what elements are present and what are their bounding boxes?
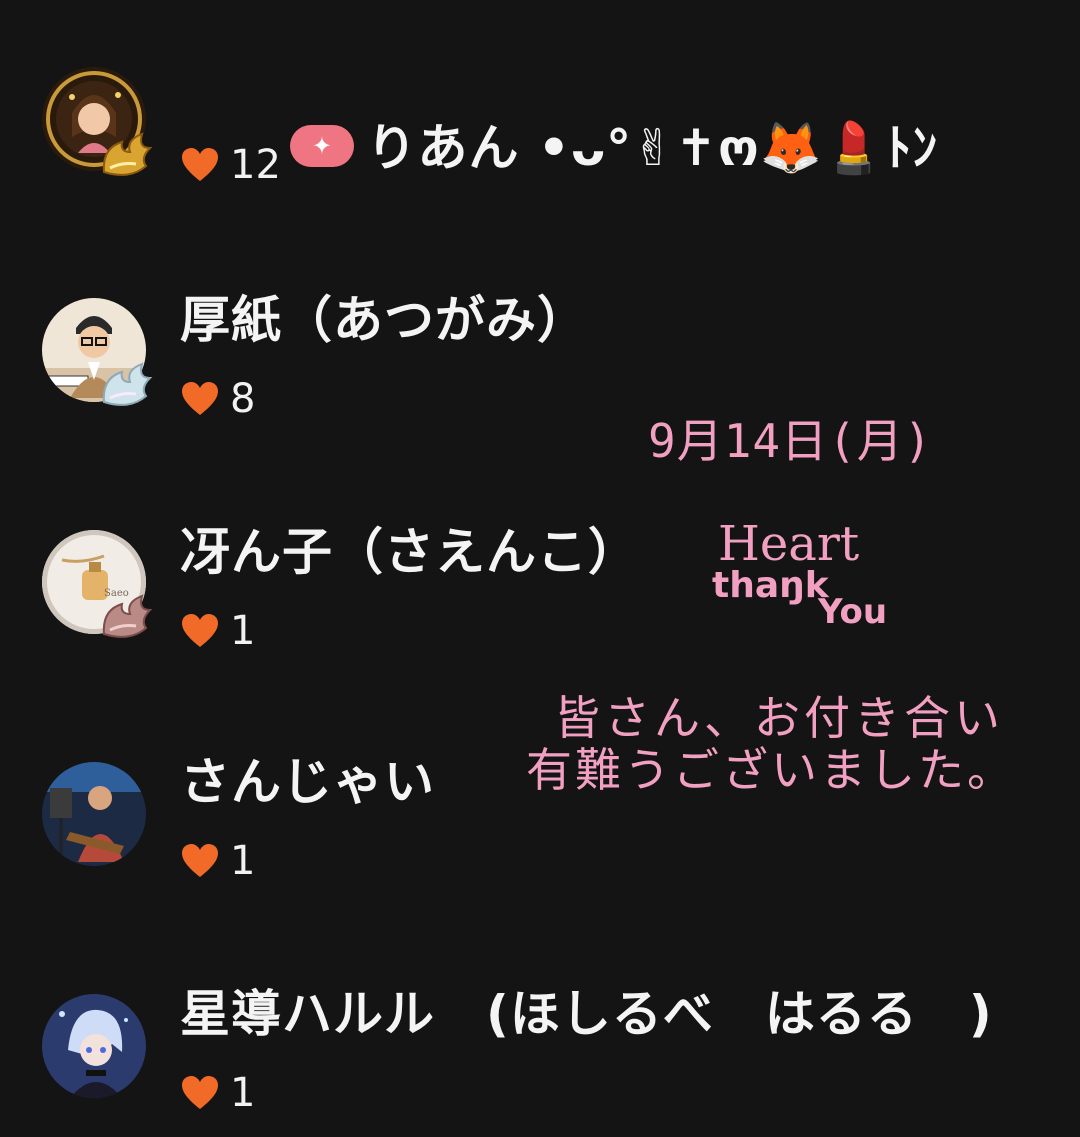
- like-count: 1: [230, 608, 256, 654]
- user-name: ✦ りあん •ᴗ°✌︎✝︎ო🦊💄ﾄﾝ: [180, 50, 938, 238]
- user-row[interactable]: Saeo 冴ん子（さえんこ） 1: [0, 462, 1080, 662]
- user-name: 冴ん子（さえんこ）: [180, 523, 639, 581]
- avatar[interactable]: [42, 762, 146, 866]
- user-name: さんじゃい: [180, 753, 435, 811]
- user-name: 星導ハルル (ほしるべ はるる ): [180, 985, 993, 1043]
- like-count: 1: [230, 838, 256, 884]
- overlay-you-word: You: [818, 592, 888, 632]
- heart-icon: [182, 148, 218, 181]
- like-count: 8: [230, 376, 256, 422]
- rose-wing-badge-icon: [102, 594, 153, 638]
- like-count: 1: [230, 1070, 256, 1116]
- heart-icon: [182, 382, 218, 415]
- pearl-wing-badge-icon: [102, 362, 153, 406]
- like-count: 12: [230, 142, 281, 188]
- user-row[interactable]: ✦ りあん •ᴗ°✌︎✝︎ო🦊💄ﾄﾝ 12: [0, 0, 1080, 200]
- overlay-thank-word: thaŋk: [712, 565, 829, 606]
- like-count-group: 1: [180, 838, 255, 884]
- like-count-group: 12: [180, 142, 281, 188]
- overlay-heart-word: Heart: [718, 516, 860, 572]
- avatar[interactable]: [42, 994, 146, 1098]
- user-name: 厚紙（あつがみ）: [180, 291, 588, 349]
- gold-wing-badge-icon: [102, 132, 153, 176]
- heart-icon: [182, 1076, 218, 1109]
- user-name-text: りあん •ᴗ°✌︎✝︎ო🦊💄ﾄﾝ: [366, 119, 939, 177]
- overlay-date: 9月14日(月): [648, 414, 933, 468]
- user-row[interactable]: 厚紙（あつがみ） 8: [0, 230, 1080, 430]
- heart-icon: [182, 614, 218, 647]
- sparkle-chip-icon: ✦: [290, 124, 355, 167]
- supporter-list: ✦ りあん •ᴗ°✌︎✝︎ო🦊💄ﾄﾝ 12 厚紙（あつがみ） 8 Saeo 冴ん…: [0, 0, 1080, 1137]
- heart-icon: [182, 844, 218, 877]
- overlay-message-line2: 有難うございました。: [526, 743, 1016, 797]
- like-count-group: 8: [180, 376, 255, 422]
- like-count-group: 1: [180, 1070, 255, 1116]
- like-count-group: 1: [180, 608, 255, 654]
- user-row[interactable]: 星導ハルル (ほしるべ はるる ) 1: [0, 926, 1080, 1126]
